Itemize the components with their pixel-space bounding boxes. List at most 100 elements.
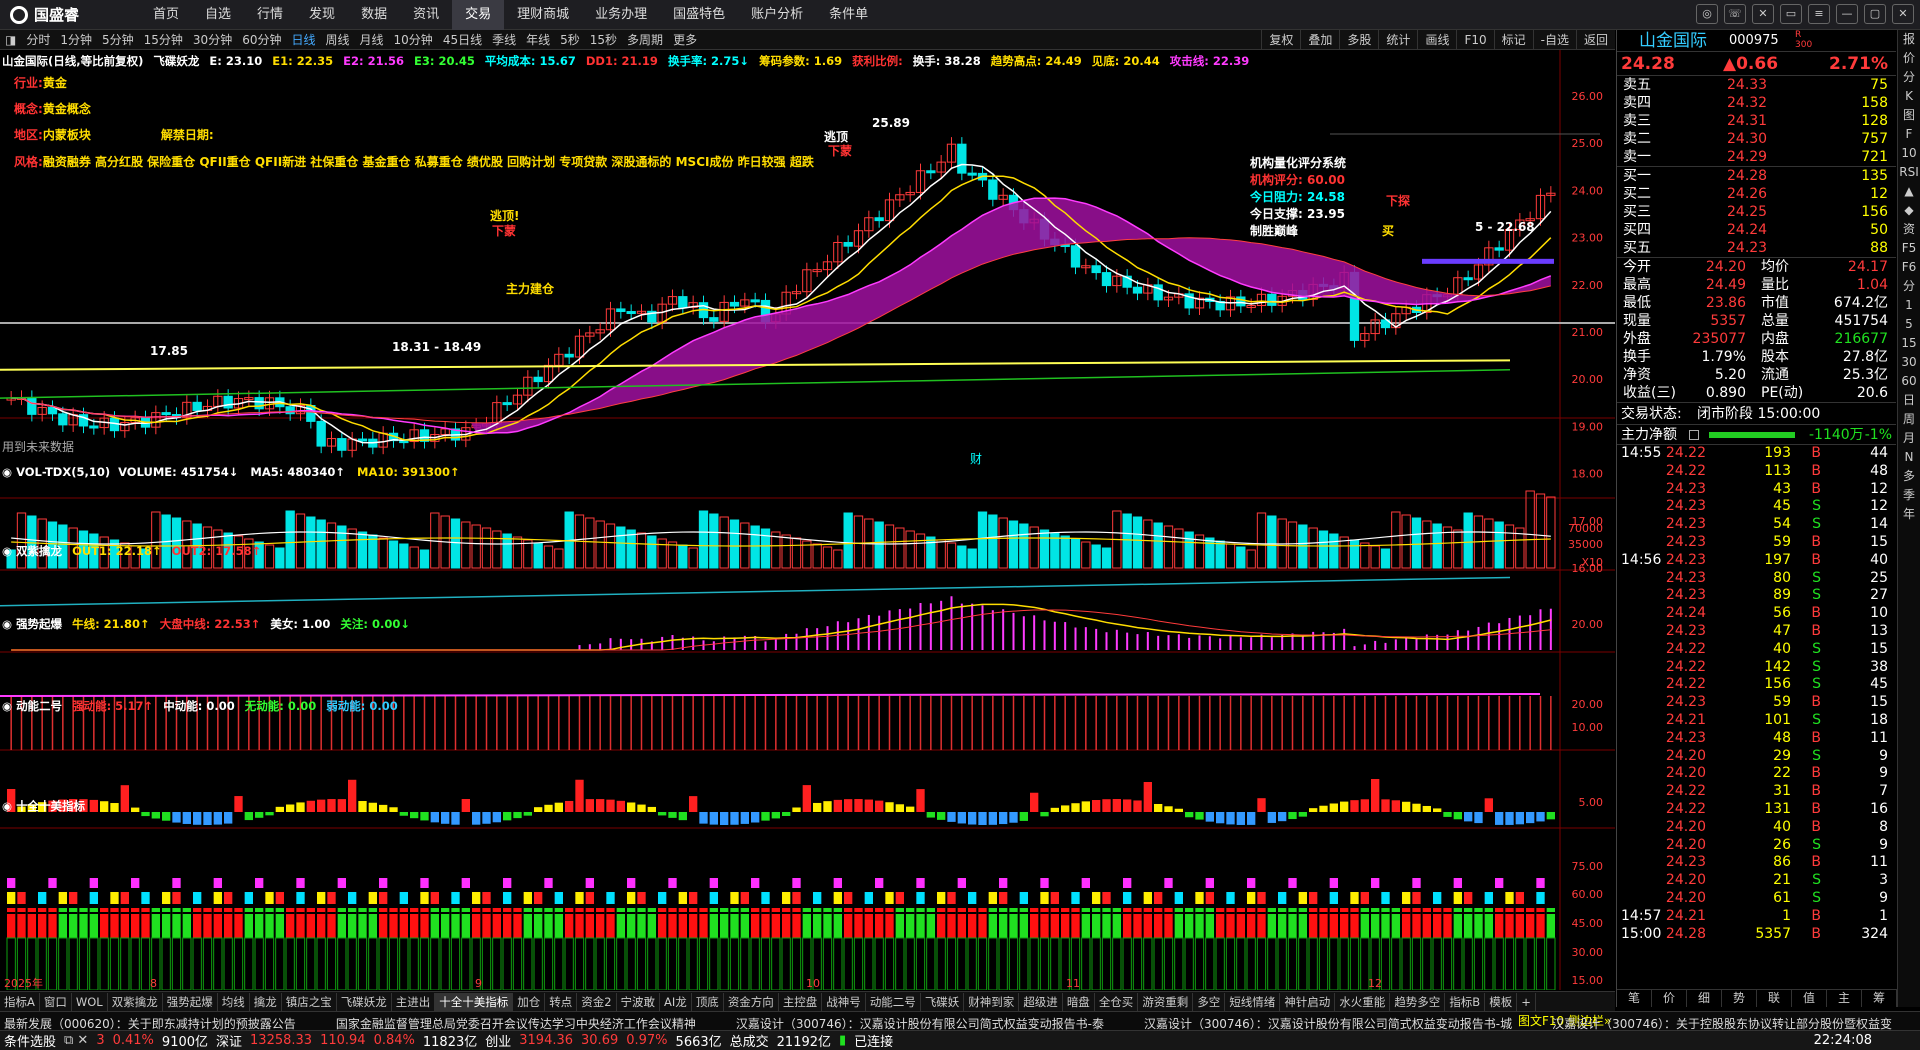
minimize-button[interactable]: — xyxy=(1836,4,1858,24)
nav-item-10[interactable]: 账户分析 xyxy=(738,0,816,30)
indicator-tab-14[interactable]: 宁波敢 xyxy=(617,992,661,1011)
quote-tab-5[interactable]: 值 xyxy=(1792,990,1827,1007)
period-8[interactable]: 月线 xyxy=(355,31,389,48)
news-item[interactable]: 汉嘉设计（300746）：关于控股股东协议转让部分股份暨权益变 xyxy=(1552,1015,1892,1030)
sidebar-button-21[interactable]: 月 xyxy=(1898,429,1920,448)
period-0[interactable]: 分时 xyxy=(21,31,55,48)
panel-collapse-icon[interactable]: ◉ xyxy=(2,617,12,631)
toolbar-button-2[interactable]: 多股 xyxy=(1339,30,1378,50)
indicator-tab-18[interactable]: 主控盘 xyxy=(779,992,823,1011)
period-7[interactable]: 周线 xyxy=(321,31,355,48)
toolbar-button-6[interactable]: 标记 xyxy=(1493,30,1533,50)
sidebar-button-1[interactable]: 价 xyxy=(1898,49,1920,68)
sidebar-button-24[interactable]: 季 xyxy=(1898,486,1920,505)
sidebar-button-14[interactable]: 1 xyxy=(1898,296,1920,315)
close-button[interactable]: ✕ xyxy=(1892,4,1914,24)
sidebar-toggle-icon[interactable]: ◨ xyxy=(0,33,21,47)
sidebar-button-4[interactable]: 图 xyxy=(1898,106,1920,125)
toolbar-button-1[interactable]: 叠加 xyxy=(1300,30,1339,50)
sidebar-button-6[interactable]: 10 xyxy=(1898,144,1920,163)
message-icon[interactable]: ◎ xyxy=(1696,4,1718,24)
nav-item-0[interactable]: 首页 xyxy=(140,0,192,30)
sidebar-button-25[interactable]: 年 xyxy=(1898,505,1920,524)
sidebar-button-7[interactable]: RSI xyxy=(1898,163,1920,182)
indicator-name[interactable]: 飞碟妖龙 xyxy=(153,54,199,68)
quote-tab-6[interactable]: 主 xyxy=(1827,990,1862,1007)
maximize-button[interactable]: ▢ xyxy=(1864,4,1886,24)
sidebar-button-17[interactable]: 30 xyxy=(1898,353,1920,372)
indicator-tab-10[interactable]: 十全十美指标 xyxy=(435,992,514,1011)
period-2[interactable]: 5分钟 xyxy=(97,31,139,48)
indicator-tab-13[interactable]: 资金2 xyxy=(577,992,617,1011)
sidebar-button-15[interactable]: 5 xyxy=(1898,315,1920,334)
sidebar-button-19[interactable]: 日 xyxy=(1898,391,1920,410)
indicator-tab-23[interactable]: 超级进 xyxy=(1019,992,1063,1011)
period-3[interactable]: 15分钟 xyxy=(139,31,188,48)
nav-item-9[interactable]: 国盛特色 xyxy=(660,0,738,30)
news-item[interactable]: 国家金融监督管理总局党委召开会议传达学习中央经济工作会议精神 xyxy=(336,1015,696,1030)
indicator-tab-8[interactable]: 飞碟妖龙 xyxy=(337,992,392,1011)
indicator-tab-21[interactable]: 飞碟妖 xyxy=(921,992,965,1011)
period-16[interactable]: 更多 xyxy=(668,31,702,48)
sidebar-button-22[interactable]: N xyxy=(1898,448,1920,467)
sidebar-button-3[interactable]: K xyxy=(1898,87,1920,106)
sidebar-button-10[interactable]: 资 xyxy=(1898,220,1920,239)
indicator-tab-26[interactable]: 游资重剩 xyxy=(1138,992,1194,1011)
indicator-tab-28[interactable]: 短线情绪 xyxy=(1225,992,1281,1011)
indicator-tab-0[interactable]: 指标A xyxy=(0,992,40,1011)
sidebar-button-12[interactable]: F6 xyxy=(1898,258,1920,277)
condition-select[interactable]: 条件选股 xyxy=(4,1031,56,1050)
period-15[interactable]: 多周期 xyxy=(622,31,668,48)
sidebar-button-0[interactable]: 报 xyxy=(1898,30,1920,49)
tools-icon[interactable]: ✕ xyxy=(1752,4,1774,24)
period-5[interactable]: 60分钟 xyxy=(237,31,286,48)
sidebar-button-16[interactable]: 15 xyxy=(1898,334,1920,353)
toolbar-button-7[interactable]: -自选 xyxy=(1532,30,1576,50)
panel-collapse-icon[interactable]: ◉ xyxy=(2,465,12,479)
sidebar-button-8[interactable]: ▲ xyxy=(1898,182,1920,201)
sidebar-button-20[interactable]: 周 xyxy=(1898,410,1920,429)
quote-tab-4[interactable]: 联 xyxy=(1757,990,1792,1007)
nav-item-3[interactable]: 发现 xyxy=(296,0,348,30)
news-item[interactable]: 最新发展（000620）：关于即东减持计划的预披露公告 xyxy=(4,1015,296,1030)
sidebar-button-9[interactable]: ◆ xyxy=(1898,201,1920,220)
indicator-tab-12[interactable]: 转点 xyxy=(545,992,578,1011)
period-13[interactable]: 5秒 xyxy=(555,31,585,48)
indicator-tab-22[interactable]: 财神到家 xyxy=(964,992,1020,1011)
period-12[interactable]: 年线 xyxy=(521,31,555,48)
indicator-tab-2[interactable]: WOL xyxy=(72,992,108,1011)
panel-collapse-icon[interactable]: ◉ xyxy=(2,699,12,713)
quote-tab-7[interactable]: 筹 xyxy=(1862,990,1897,1007)
indicator-tab-4[interactable]: 强势起爆 xyxy=(163,992,218,1011)
period-14[interactable]: 15秒 xyxy=(585,31,622,48)
nav-item-7[interactable]: 理财商城 xyxy=(504,0,582,30)
tick-list[interactable]: 14:55 24.22 193 B 44 24.22 113 B 48 24.23 43 B 12 24.… xyxy=(1617,445,1896,943)
sidebar-button-2[interactable]: 分 xyxy=(1898,68,1920,87)
indicator-tab-30[interactable]: 水火重能 xyxy=(1335,992,1391,1011)
nav-item-8[interactable]: 业务办理 xyxy=(582,0,660,30)
indicator-tab-15[interactable]: AI龙 xyxy=(660,992,692,1011)
period-9[interactable]: 10分钟 xyxy=(389,31,438,48)
indicator-tab-9[interactable]: 主进出 xyxy=(392,992,436,1011)
indicator-tab-6[interactable]: 擒龙 xyxy=(250,992,282,1011)
indicator-tab-32[interactable]: 指标B xyxy=(1445,992,1486,1011)
indicator-tab-11[interactable]: 加仓 xyxy=(513,992,546,1011)
indicator-tab-24[interactable]: 暗盘 xyxy=(1063,992,1095,1011)
period-1[interactable]: 1分钟 xyxy=(55,31,97,48)
nav-item-11[interactable]: 条件单 xyxy=(816,0,881,30)
kline-chart-area[interactable]: 26.00 25.00 24.00 23.00 22.00 21.00 20.00 19.00… xyxy=(0,50,1615,990)
indicator-tab-33[interactable]: 模板 xyxy=(1485,992,1518,1011)
news-item[interactable]: 汉嘉设计（300746）：汉嘉设计股份有限公司简式权益变动报告书-城 xyxy=(1144,1015,1512,1030)
toolbar-button-3[interactable]: 统计 xyxy=(1378,30,1417,50)
menu-icon[interactable]: ≡ xyxy=(1808,4,1830,24)
indicator-tab-17[interactable]: 资金方向 xyxy=(724,992,779,1011)
period-11[interactable]: 季线 xyxy=(487,31,521,48)
sidebar-button-18[interactable]: 60 xyxy=(1898,372,1920,391)
quote-tab-3[interactable]: 势 xyxy=(1722,990,1757,1007)
quote-tab-1[interactable]: 价 xyxy=(1652,990,1687,1007)
toolbar-button-4[interactable]: 画线 xyxy=(1417,30,1456,50)
monitor-icon[interactable]: ▭ xyxy=(1780,4,1802,24)
indicator-tab-19[interactable]: 战神号 xyxy=(822,992,866,1011)
indicator-tab-1[interactable]: 窗口 xyxy=(40,992,72,1011)
quote-tab-0[interactable]: 笔 xyxy=(1617,990,1652,1007)
